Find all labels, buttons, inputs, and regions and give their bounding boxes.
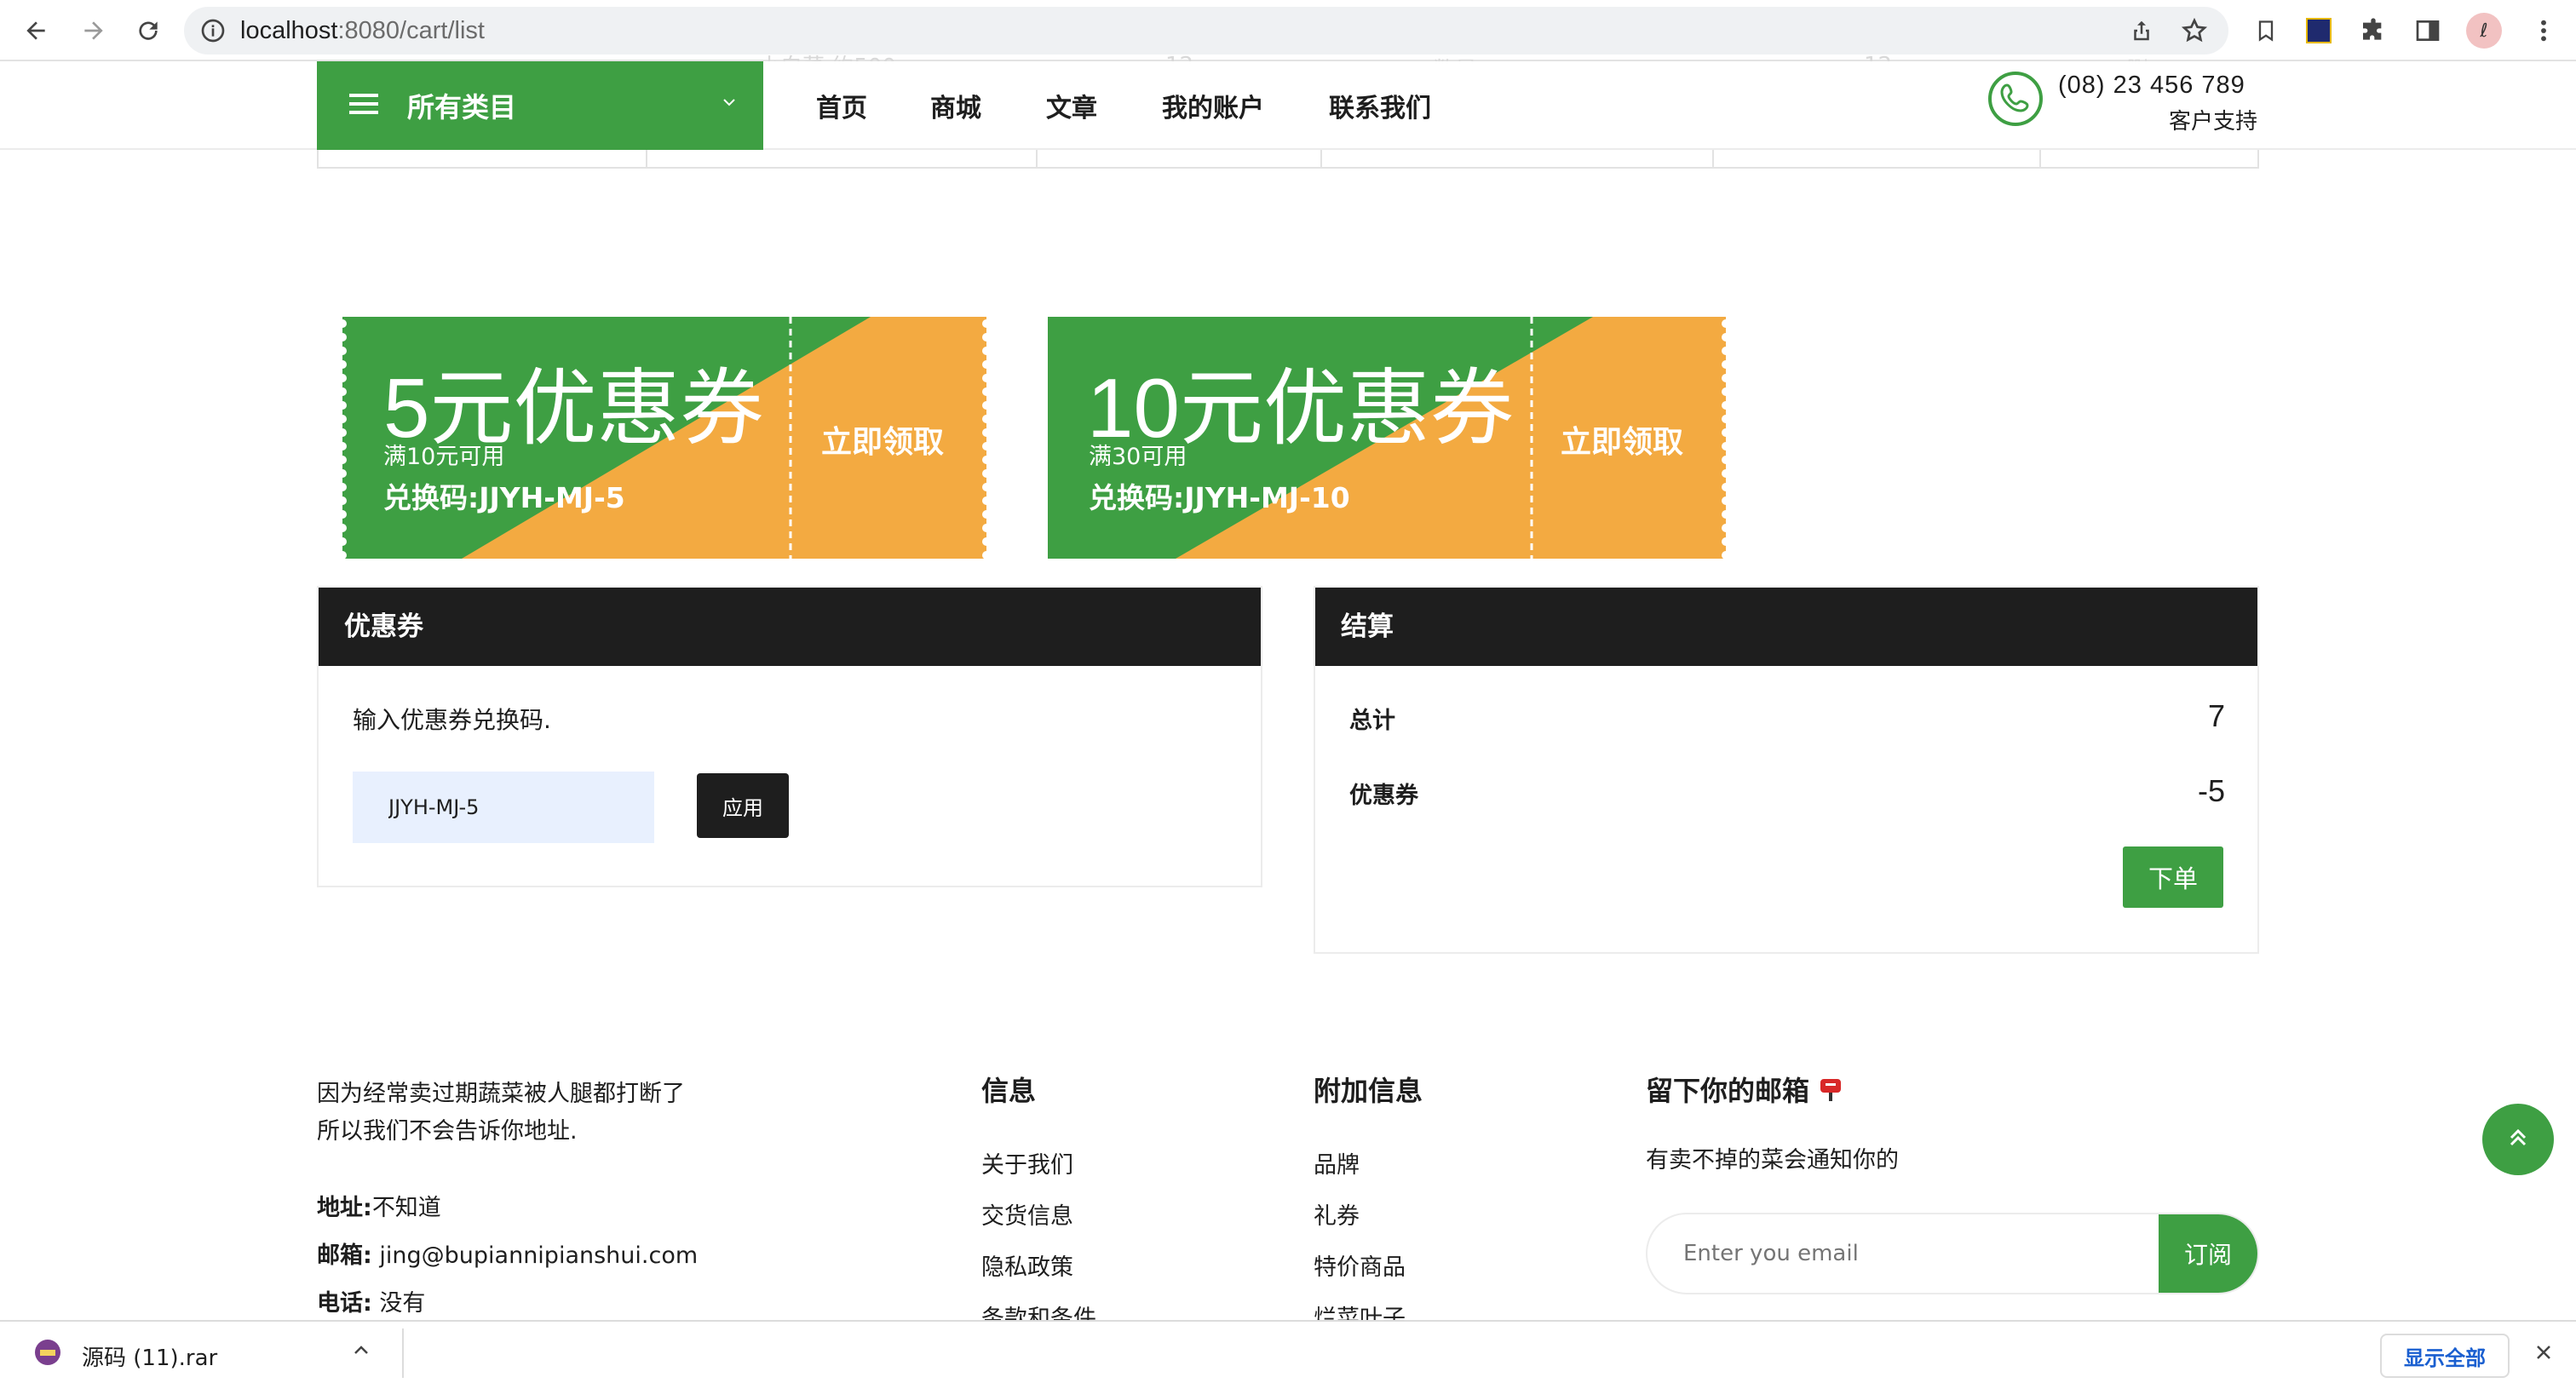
- address-label: 地址:: [317, 1195, 372, 1221]
- back-to-top-button[interactable]: [2482, 1104, 2554, 1175]
- all-categories-button[interactable]: 所有类目: [317, 61, 763, 150]
- close-icon[interactable]: [2533, 1342, 2554, 1366]
- coupon-panel: 优惠券 输入优惠券兑换码. 应用: [317, 586, 1262, 887]
- all-categories-label: 所有类目: [407, 91, 517, 123]
- footer-address: 地址:不知道: [317, 1189, 441, 1222]
- table-divider: [646, 150, 647, 169]
- rar-file-icon: [32, 1337, 63, 1371]
- footer-link-specials[interactable]: 特价商品: [1314, 1248, 1406, 1282]
- apply-coupon-button[interactable]: 应用: [697, 773, 789, 838]
- coupon-code: 兑换码:JJYH-MJ-5: [383, 481, 625, 514]
- phone-label: 电话:: [317, 1290, 372, 1317]
- back-icon[interactable]: [14, 9, 58, 53]
- email-label: 邮箱:: [317, 1242, 372, 1269]
- chevron-up-icon[interactable]: [351, 1340, 371, 1364]
- download-file-name[interactable]: 源码 (11).rar: [82, 1340, 217, 1372]
- side-panel-icon[interactable]: [2406, 9, 2450, 53]
- site-header: 所有类目 首页 商城 文章 我的账户 联系我们 (08) 23 456 789 …: [0, 61, 2576, 150]
- site-info-icon[interactable]: [199, 17, 227, 48]
- total-label: 总计: [1349, 708, 1395, 734]
- bookmark-icon[interactable]: [2244, 9, 2288, 53]
- nav-home[interactable]: 首页: [816, 87, 867, 124]
- shelf-divider: [402, 1328, 404, 1378]
- footer-about-line1: 因为经常卖过期蔬菜被人腿都打断了: [317, 1081, 685, 1107]
- newsletter-title-text: 留下你的邮箱: [1646, 1075, 1810, 1107]
- browser-toolbar: localhost:8080/cart/list ℓ: [0, 0, 2576, 61]
- table-divider: [1320, 150, 1322, 169]
- address-value: 不知道: [371, 1195, 441, 1221]
- coupon-panel-title: 优惠券: [319, 588, 1261, 666]
- coupon-hint: 输入优惠券兑换码.: [353, 706, 551, 734]
- newsletter-form: 订阅: [1646, 1213, 2259, 1294]
- checkout-panel-title: 结算: [1315, 588, 2257, 666]
- footer-extra-title: 附加信息: [1314, 1075, 1423, 1107]
- phone-icon: [1987, 70, 2044, 131]
- place-order-button[interactable]: 下单: [2123, 846, 2223, 908]
- claim-coupon-button[interactable]: 立即领取: [1561, 417, 1683, 462]
- table-divider: [1036, 150, 1038, 169]
- coupon-condition: 满30可用: [1089, 444, 1187, 470]
- newsletter-title: 留下你的邮箱: [1646, 1070, 1843, 1110]
- table-divider: [317, 150, 319, 169]
- reload-icon[interactable]: [126, 9, 170, 53]
- forward-icon[interactable]: [72, 9, 116, 53]
- discount-value: -5: [2197, 773, 2225, 808]
- table-divider: [2257, 150, 2259, 169]
- table-bottom-border: [317, 167, 2259, 169]
- footer-link-about[interactable]: 关于我们: [981, 1146, 1073, 1179]
- footer-info-title: 信息: [981, 1075, 1037, 1107]
- total-value: 7: [2207, 698, 2225, 733]
- footer-link-gift[interactable]: 礼券: [1314, 1197, 1360, 1231]
- footer-phone: 电话: 没有: [317, 1284, 425, 1317]
- extension-puzzle-icon[interactable]: [2351, 9, 2395, 53]
- footer-about-line2: 所以我们不会告诉你地址.: [317, 1118, 578, 1145]
- url-text: localhost:8080/cart/list: [240, 17, 485, 44]
- email-value: jing@bupiannipianshui.com: [371, 1242, 699, 1269]
- discount-label: 优惠券: [1349, 783, 1418, 809]
- newsletter-subtitle: 有卖不掉的菜会通知你的: [1646, 1147, 1899, 1174]
- show-all-downloads-button[interactable]: 显示全部: [2380, 1334, 2510, 1378]
- table-divider: [2039, 150, 2041, 169]
- profile-avatar[interactable]: ℓ: [2462, 9, 2506, 53]
- nav-shop[interactable]: 商城: [930, 87, 981, 124]
- download-shelf: 源码 (11).rar 显示全部: [0, 1320, 2576, 1383]
- newsletter-email-input[interactable]: [1682, 1214, 2090, 1293]
- footer-email: 邮箱: jing@bupiannipianshui.com: [317, 1237, 698, 1270]
- claim-coupon-button[interactable]: 立即领取: [821, 417, 944, 462]
- star-icon[interactable]: [2181, 17, 2208, 48]
- coupon-card-10[interactable]: 10元优惠券 满30可用 兑换码:JJYH-MJ-10 立即领取: [1048, 317, 1726, 559]
- checkout-panel: 结算 总计 7 优惠券 -5 下单: [1314, 586, 2259, 954]
- support-phone[interactable]: (08) 23 456 789: [2058, 72, 2245, 100]
- coupon-card-5[interactable]: 5元优惠券 满10元可用 兑换码:JJYH-MJ-5 立即领取: [342, 317, 986, 559]
- subscribe-button[interactable]: 订阅: [2159, 1214, 2257, 1293]
- extension-app-icon[interactable]: [2297, 9, 2341, 53]
- table-divider: [1712, 150, 1714, 169]
- footer-link-privacy[interactable]: 隐私政策: [981, 1248, 1073, 1282]
- coupon-condition: 满10元可用: [383, 444, 505, 470]
- menu-icon: [349, 92, 380, 119]
- footer-link-brands[interactable]: 品牌: [1314, 1146, 1360, 1179]
- share-icon[interactable]: [2129, 17, 2154, 48]
- coupon-code-input[interactable]: [353, 772, 654, 843]
- nav-articles[interactable]: 文章: [1046, 87, 1097, 124]
- phone-value: 没有: [371, 1290, 426, 1317]
- nav-my-account[interactable]: 我的账户: [1162, 87, 1264, 124]
- footer-link-delivery[interactable]: 交货信息: [981, 1197, 1073, 1231]
- coupon-code: 兑换码:JJYH-MJ-10: [1089, 481, 1350, 514]
- chevron-down-icon: [721, 94, 738, 114]
- double-chevron-up-icon: [2505, 1125, 2531, 1154]
- nav-contact[interactable]: 联系我们: [1329, 87, 1431, 124]
- support-label: 客户支持: [2169, 109, 2258, 135]
- mailbox-icon: [1819, 1076, 1843, 1110]
- chrome-menu-icon[interactable]: [2521, 9, 2566, 53]
- address-bar[interactable]: localhost:8080/cart/list: [184, 7, 2228, 55]
